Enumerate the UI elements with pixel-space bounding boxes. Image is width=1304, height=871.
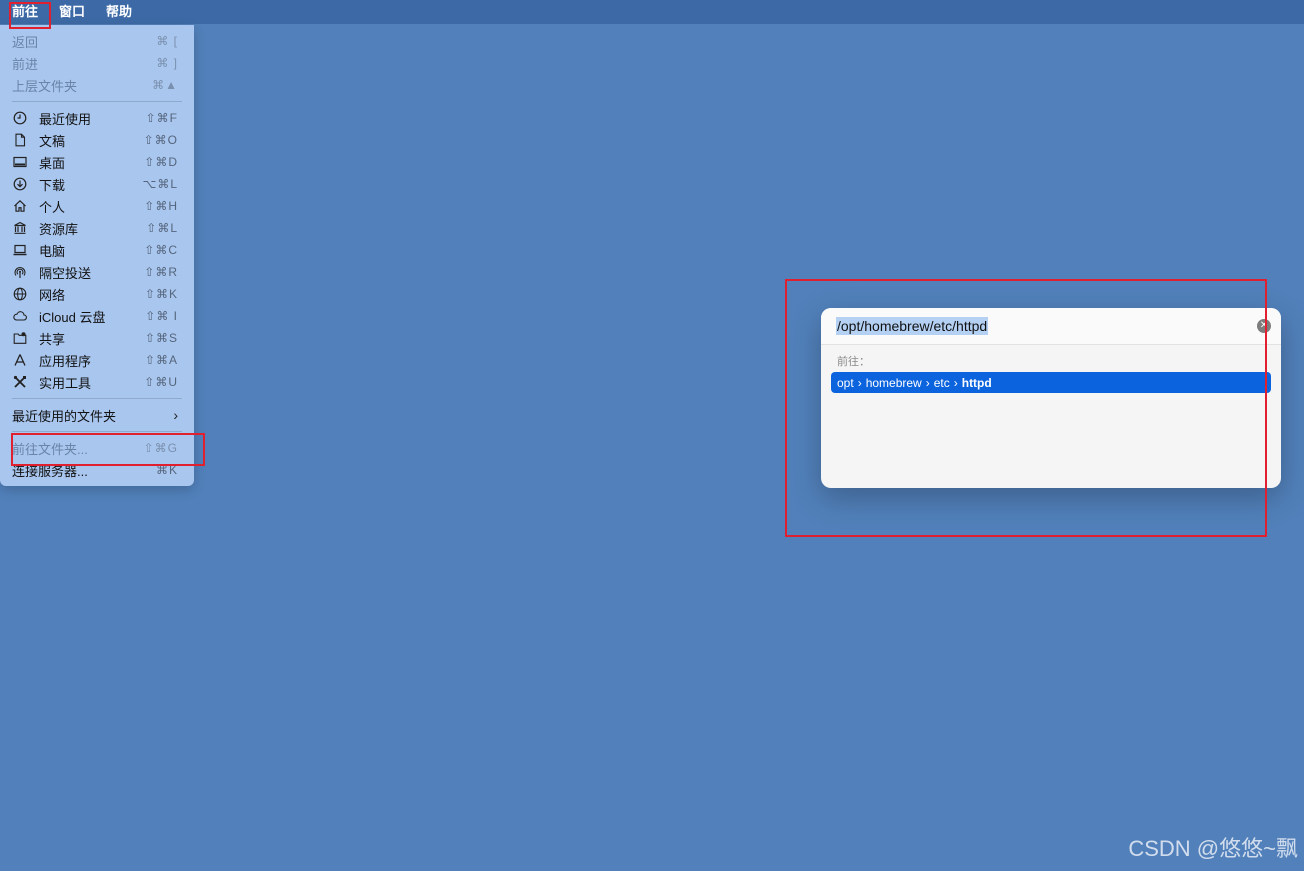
menu-item-utilities[interactable]: 实用工具 ⇧⌘U [0,371,194,393]
go-menu-dropdown: 返回 ⌘ [ 前进 ⌘ ] 上层文件夹 ⌘▲ 最近使用 ⇧⌘F 文稿 ⇧⌘O 桌… [0,25,194,486]
desktop-icon [12,154,28,170]
menu-item-label: 实用工具 [39,375,92,391]
menu-item-label: 上层文件夹 [12,78,78,94]
computer-icon [12,242,28,258]
menu-item-library[interactable]: 资源库 ⇧⌘L [0,217,194,239]
menu-item-recents[interactable]: 最近使用 ⇧⌘F [0,107,194,129]
menu-item-shortcut: ⇧⌘L [146,221,178,235]
menu-item-shortcut: ⌘▲ [152,78,178,92]
menu-item-applications[interactable]: 应用程序 ⇧⌘A [0,349,194,371]
document-icon [12,132,28,148]
menu-separator [12,101,182,102]
menu-item-shortcut: ⇧⌘H [144,199,178,213]
chevron-right-icon: › [173,407,178,423]
menu-window[interactable]: 窗口 [47,0,94,24]
highlight-box-go-to-folder [11,433,205,466]
airdrop-icon [12,264,28,280]
menu-item-enclosing-folder[interactable]: 上层文件夹 ⌘▲ [0,74,194,96]
menu-item-label: 隔空投送 [39,265,92,281]
menu-item-shortcut: ⇧⌘F [145,111,178,125]
home-icon [12,198,28,214]
menu-item-back[interactable]: 返回 ⌘ [ [0,30,194,52]
menu-item-shortcut: ⌘ [ [156,34,178,48]
menu-item-shortcut: ⇧⌘S [144,331,178,345]
menu-item-label: 桌面 [39,155,66,171]
menu-item-label: 下载 [39,177,66,193]
menu-item-shortcut: ⇧⌘U [144,375,178,389]
menu-separator [12,398,182,399]
menu-item-label: 文稿 [39,133,66,149]
download-icon [12,176,28,192]
menu-item-forward[interactable]: 前进 ⌘ ] [0,52,194,74]
menu-item-home[interactable]: 个人 ⇧⌘H [0,195,194,217]
menu-item-label: 最近使用 [39,111,92,127]
menu-item-network[interactable]: 网络 ⇧⌘K [0,283,194,305]
menu-item-shortcut: ⇧⌘R [144,265,178,279]
clock-icon [12,110,28,126]
watermark: CSDN @悠悠~飘 [1128,836,1298,861]
menu-item-shortcut: ⇧⌘O [143,133,178,147]
menu-help[interactable]: 帮助 [94,0,141,24]
menu-bar: 前往 窗口 帮助 [0,0,1304,24]
menu-item-downloads[interactable]: 下载 ⌥⌘L [0,173,194,195]
menu-separator [12,431,182,432]
menu-item-computer[interactable]: 电脑 ⇧⌘C [0,239,194,261]
menu-item-shortcut: ⇧⌘A [144,353,178,367]
menu-item-shortcut: ⇧⌘C [144,243,178,257]
menu-item-shortcut: ⇧⌘D [144,155,178,169]
menu-item-recent-folders[interactable]: 最近使用的文件夹 › [0,404,194,426]
menu-item-label: 共享 [39,331,66,347]
applications-icon [12,352,28,368]
highlight-box-dialog [785,279,1267,537]
menu-item-documents[interactable]: 文稿 ⇧⌘O [0,129,194,151]
menu-item-desktop[interactable]: 桌面 ⇧⌘D [0,151,194,173]
menu-item-label: 个人 [39,199,66,215]
shared-folder-icon [12,330,28,346]
menu-item-label: 最近使用的文件夹 [12,408,117,424]
menu-item-label: 网络 [39,287,66,303]
highlight-box-go-menu [9,2,51,29]
menu-item-shortcut: ⌘ ] [156,56,178,70]
menu-item-icloud-drive[interactable]: iCloud 云盘 ⇧⌘ I [0,305,194,327]
menu-item-label: 前进 [12,56,39,72]
menu-item-label: 返回 [12,34,39,50]
menu-item-shortcut: ⇧⌘K [144,287,178,301]
menu-item-label: 应用程序 [39,353,92,369]
utilities-icon [12,374,28,390]
cloud-icon [12,308,28,324]
menu-item-label: 资源库 [39,221,79,237]
menu-item-label: iCloud 云盘 [39,309,106,325]
menu-item-shortcut: ⇧⌘ I [145,309,178,323]
menu-item-shared[interactable]: 共享 ⇧⌘S [0,327,194,349]
menu-item-shortcut: ⌥⌘L [142,177,178,191]
library-icon [12,220,28,236]
menu-item-label: 电脑 [39,243,66,259]
network-icon [12,286,28,302]
menu-item-airdrop[interactable]: 隔空投送 ⇧⌘R [0,261,194,283]
